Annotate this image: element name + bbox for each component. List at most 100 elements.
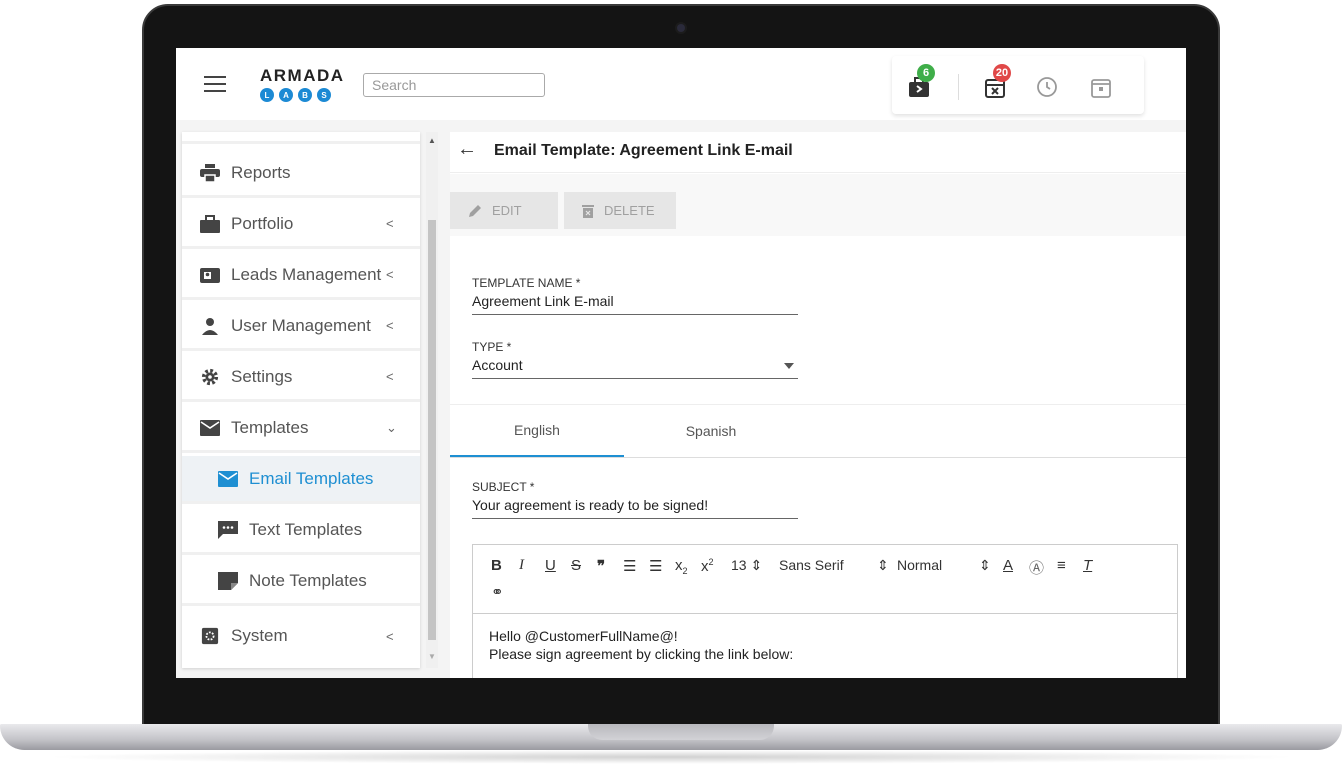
tasks-badge: 6 <box>917 64 935 82</box>
editor-body[interactable]: Hello @CustomerFullName@! Please sign ag… <box>489 627 793 663</box>
clear-format-icon[interactable]: T <box>1083 557 1092 574</box>
brand-letter: B <box>298 88 312 102</box>
scrollbar-thumb[interactable] <box>428 220 436 640</box>
sidebar-item-previous[interactable] <box>182 132 420 144</box>
main-content: ← Email Template: Agreement Link E-mail … <box>450 132 1186 678</box>
sidebar-item-label: Reports <box>231 162 291 182</box>
edit-button[interactable]: EDIT <box>450 192 558 229</box>
brand-letter: A <box>279 88 293 102</box>
sidebar-item-system[interactable]: System < <box>182 612 420 660</box>
subject-field[interactable]: SUBJECT * Your agreement is ready to be … <box>472 480 798 519</box>
clock-icon[interactable] <box>1036 76 1058 98</box>
sidebar-item-leads-management[interactable]: Leads Management < <box>182 252 420 300</box>
font-family-select[interactable]: Sans Serif <box>779 557 844 573</box>
top-bar: ARMADA L A B S 6 20 <box>176 48 1186 120</box>
template-name-value[interactable]: Agreement Link E-mail <box>472 293 798 314</box>
sidebar-item-note-templates[interactable]: Note Templates <box>182 558 420 606</box>
scroll-down-arrow-icon[interactable]: ▼ <box>428 652 436 661</box>
calendar-cancel-icon[interactable]: 20 <box>984 64 1011 98</box>
sidebar: Reports Portfolio < Leads Management < U… <box>182 132 420 668</box>
edit-label: EDIT <box>492 203 522 218</box>
screen: ARMADA L A B S 6 20 <box>176 48 1186 678</box>
sidebar-item-label: Portfolio <box>231 213 294 233</box>
webcam <box>677 24 685 32</box>
editor-toolbar: B I U S ❞ ☰ ☰ x2 x2 13 ⇕ Sans Serif ⇕ No… <box>473 545 1177 614</box>
page-title: Email Template: Agreement Link E-mail <box>494 142 793 159</box>
hamburger-menu-icon[interactable] <box>204 76 226 92</box>
sidebar-item-user-management[interactable]: User Management < <box>182 303 420 351</box>
chip-icon <box>200 627 220 645</box>
chevron-left-icon: < <box>386 216 394 231</box>
calendar-icon[interactable] <box>1090 76 1112 98</box>
strikethrough-icon[interactable]: S <box>571 557 581 574</box>
blockquote-icon[interactable]: ❞ <box>597 557 605 575</box>
back-arrow-icon[interactable]: ← <box>457 138 477 161</box>
subject-value[interactable]: Your agreement is ready to be signed! <box>472 497 798 518</box>
font-family-caret-icon[interactable]: ⇕ <box>877 557 889 574</box>
bullet-list-icon[interactable]: ☰ <box>649 557 662 575</box>
chevron-left-icon: < <box>386 369 394 384</box>
template-name-label: TEMPLATE NAME * <box>472 276 581 290</box>
sidebar-item-email-templates[interactable]: Email Templates <box>182 456 420 504</box>
font-family-value: Sans Serif <box>779 557 844 573</box>
format-select[interactable]: Normal <box>897 557 942 573</box>
align-icon[interactable]: ≡ <box>1057 557 1066 574</box>
laptop-notch <box>588 724 774 740</box>
sidebar-item-label: Text Templates <box>249 519 363 539</box>
briefcase-icon <box>200 214 220 233</box>
sidebar-scrollbar[interactable]: ▲ ▼ <box>426 132 438 668</box>
trash-icon <box>582 204 594 218</box>
chevron-left-icon: < <box>386 628 394 644</box>
font-size-select[interactable]: 13 ⇕ <box>731 557 762 574</box>
sidebar-item-label: Templates <box>231 417 309 437</box>
sidebar-item-templates[interactable]: Templates ⌄ <box>182 405 420 453</box>
italic-icon[interactable]: I <box>519 557 524 574</box>
page-header: ← Email Template: Agreement Link E-mail <box>450 132 1186 173</box>
search-input[interactable] <box>363 73 545 97</box>
template-name-field[interactable]: TEMPLATE NAME * Agreement Link E-mail <box>472 276 798 315</box>
dropdown-caret-icon[interactable] <box>784 363 794 369</box>
sidebar-item-label: Leads Management <box>231 264 382 284</box>
link-icon[interactable]: ⚭ <box>491 583 504 601</box>
tab-spanish[interactable]: Spanish <box>624 405 798 457</box>
superscript-icon[interactable]: x2 <box>701 557 714 575</box>
briefcase-tasks-icon[interactable]: 6 <box>908 64 935 98</box>
type-label: TYPE * <box>472 340 512 354</box>
laptop-shadow <box>40 750 1302 764</box>
ordered-list-icon[interactable]: ☰ <box>623 557 636 575</box>
divider <box>958 74 959 100</box>
font-size-value: 13 <box>731 557 747 573</box>
sidebar-item-reports[interactable]: Reports <box>182 150 420 198</box>
sidebar-item-text-templates[interactable]: Text Templates <box>182 507 420 555</box>
brand-letter: L <box>260 88 274 102</box>
language-tabs: English Spanish <box>450 404 1186 458</box>
brand-logo: ARMADA L A B S <box>260 66 345 102</box>
chevron-down-icon: ⌄ <box>386 419 397 435</box>
type-value[interactable]: Account <box>472 357 798 378</box>
body-line: Hello @CustomerFullName@! <box>489 628 678 644</box>
sidebar-item-settings[interactable]: Settings < <box>182 354 420 402</box>
action-toolbar: EDIT DELETE <box>450 174 1186 236</box>
background-color-icon[interactable]: Ⓐ <box>1029 557 1044 578</box>
rich-text-editor: B I U S ❞ ☰ ☰ x2 x2 13 ⇕ Sans Serif ⇕ No… <box>472 544 1178 678</box>
text-color-icon[interactable]: A <box>1003 557 1013 574</box>
tab-english[interactable]: English <box>450 405 624 457</box>
message-icon <box>218 520 238 539</box>
type-select[interactable]: TYPE * Account <box>472 340 798 379</box>
quick-tools: 6 20 <box>892 56 1144 114</box>
brand-letter: S <box>317 88 331 102</box>
scroll-up-arrow-icon[interactable]: ▲ <box>428 136 436 145</box>
pencil-icon <box>469 204 481 217</box>
delete-button[interactable]: DELETE <box>564 192 676 229</box>
chevron-left-icon: < <box>386 318 394 333</box>
sidebar-item-label: Email Templates <box>249 468 374 488</box>
format-caret-icon[interactable]: ⇕ <box>979 557 991 574</box>
subscript-icon[interactable]: x2 <box>675 557 688 576</box>
envelope-icon <box>218 470 238 488</box>
printer-icon <box>200 163 220 183</box>
sidebar-item-portfolio[interactable]: Portfolio < <box>182 201 420 249</box>
note-icon <box>218 571 238 590</box>
bold-icon[interactable]: B <box>491 557 502 574</box>
delete-label: DELETE <box>604 203 655 218</box>
underline-icon[interactable]: U <box>545 557 556 574</box>
